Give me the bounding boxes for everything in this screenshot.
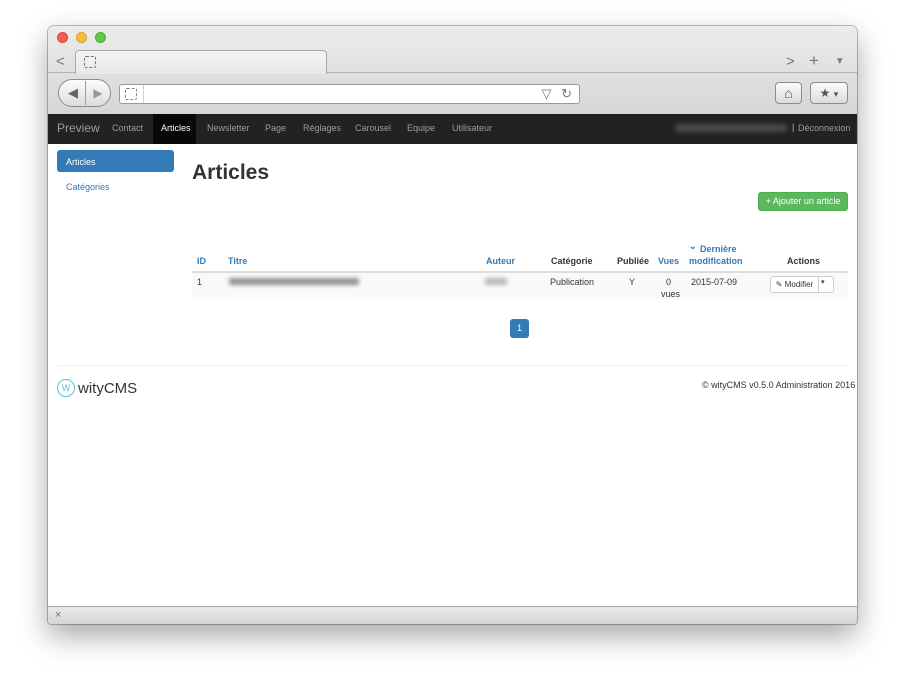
wity-logo-icon: W: [57, 379, 75, 397]
chevron-down-icon: ▾: [833, 89, 839, 99]
chevron-down-icon[interactable]: ▾: [821, 278, 825, 286]
edit-article-button[interactable]: ✎ Modifier: [771, 277, 819, 292]
column-header-id[interactable]: ID: [197, 256, 206, 266]
sidebar-item-label: Articles: [66, 157, 96, 167]
user-name-redacted[interactable]: [675, 124, 787, 132]
column-header-modified-line1[interactable]: Dernière: [700, 244, 737, 254]
nav-item-utilisateur[interactable]: Utilisateur: [452, 123, 492, 133]
address-bar[interactable]: ▽ ↻: [119, 84, 580, 104]
nav-item-carousel[interactable]: Carousel: [355, 123, 391, 133]
nav-item-contact[interactable]: Contact: [112, 123, 143, 133]
cell-title-redacted[interactable]: [229, 278, 359, 285]
url-favicon-icon: [125, 88, 137, 100]
column-header-actions: Actions: [787, 256, 821, 266]
add-article-button[interactable]: + Ajouter un article: [758, 192, 848, 211]
home-icon: ⌂: [784, 85, 793, 101]
column-header-category: Catégorie: [551, 256, 593, 266]
nav-item-reglages[interactable]: Réglages: [303, 123, 341, 133]
tab-strip: < > + ▾: [48, 50, 857, 74]
cell-modified-date: 2015-07-09: [691, 277, 738, 287]
cell-author-redacted[interactable]: [485, 278, 507, 285]
nav-separator: |: [792, 122, 795, 132]
bookmarks-button[interactable]: ★ ▾: [810, 82, 848, 104]
reload-icon[interactable]: ↻: [561, 86, 572, 101]
edit-button-group: ✎ Modifier ▾: [770, 276, 834, 293]
close-icon[interactable]: ×: [55, 609, 61, 621]
column-header-published: Publiée: [617, 256, 650, 266]
cell-views-unit: vues: [661, 289, 681, 299]
history-buttons: ◀ ▶: [58, 79, 111, 107]
cell-published: Y: [629, 277, 636, 287]
pencil-icon: ✎: [775, 280, 783, 289]
nav-item-articles[interactable]: Articles: [161, 123, 191, 133]
forward-button[interactable]: ▶: [88, 81, 108, 105]
column-header-title[interactable]: Titre: [228, 256, 247, 266]
cell-views-count: 0: [666, 277, 672, 287]
cell-category: Publication: [550, 277, 595, 287]
tab-menu-icon[interactable]: ▾: [837, 54, 843, 67]
footer-divider: [57, 365, 848, 366]
back-button[interactable]: ◀: [61, 81, 86, 105]
close-window-button[interactable]: [57, 32, 68, 43]
tab-back-icon[interactable]: <: [56, 53, 65, 70]
page-favicon-icon: [84, 56, 96, 68]
browser-window: < > + ▾ ◀ ▶ ▽ ↻ ⌂ ★ ▾ Preview Contact Ar…: [48, 26, 857, 624]
sidebar-item-categories[interactable]: Catégories: [57, 175, 174, 197]
nav-item-equipe[interactable]: Equipe: [407, 123, 435, 133]
admin-navbar: Preview Contact Articles Newsletter Page…: [48, 114, 857, 144]
pagination-page-1[interactable]: 1: [510, 319, 529, 338]
column-header-author[interactable]: Auteur: [486, 256, 515, 266]
column-header-modified-line2[interactable]: modification: [689, 256, 743, 266]
cell-id: 1: [197, 277, 203, 287]
brand-link[interactable]: Preview: [57, 121, 100, 135]
sidebar-item-articles[interactable]: Articles: [57, 150, 174, 172]
browser-chrome: < > + ▾ ◀ ▶ ▽ ↻ ⌂ ★ ▾: [48, 26, 857, 115]
browser-tab[interactable]: [75, 50, 327, 74]
copyright-text: © wityCMS v0.5.0 Administration 2016: [702, 380, 856, 390]
logout-link[interactable]: Déconnexion: [798, 123, 851, 133]
new-tab-icon[interactable]: +: [809, 51, 819, 71]
page-content: Articles Catégories Articles + Ajouter u…: [48, 144, 857, 606]
logo-text: wityCMS: [78, 380, 138, 397]
nav-item-newsletter[interactable]: Newsletter: [207, 123, 250, 133]
bookmark-icon: ★: [819, 86, 831, 100]
home-button[interactable]: ⌂: [775, 82, 802, 104]
url-dropdown-icon[interactable]: ▽: [541, 86, 551, 101]
column-header-views[interactable]: Vues: [658, 256, 679, 266]
zoom-window-button[interactable]: [95, 32, 106, 43]
browser-toolbar: ◀ ▶ ▽ ↻ ⌂ ★ ▾: [48, 74, 857, 114]
browser-status-bar: ×: [48, 606, 857, 624]
sidebar-item-label: Catégories: [66, 182, 110, 192]
table-row: [192, 273, 848, 299]
nav-item-page[interactable]: Page: [265, 123, 286, 133]
edit-button-label: Modifier: [784, 280, 814, 289]
minimize-window-button[interactable]: [76, 32, 87, 43]
page-title: Articles: [192, 161, 270, 184]
sort-desc-icon: ⌄: [689, 241, 697, 251]
url-divider: [143, 85, 144, 103]
tab-forward-icon[interactable]: >: [786, 53, 795, 70]
